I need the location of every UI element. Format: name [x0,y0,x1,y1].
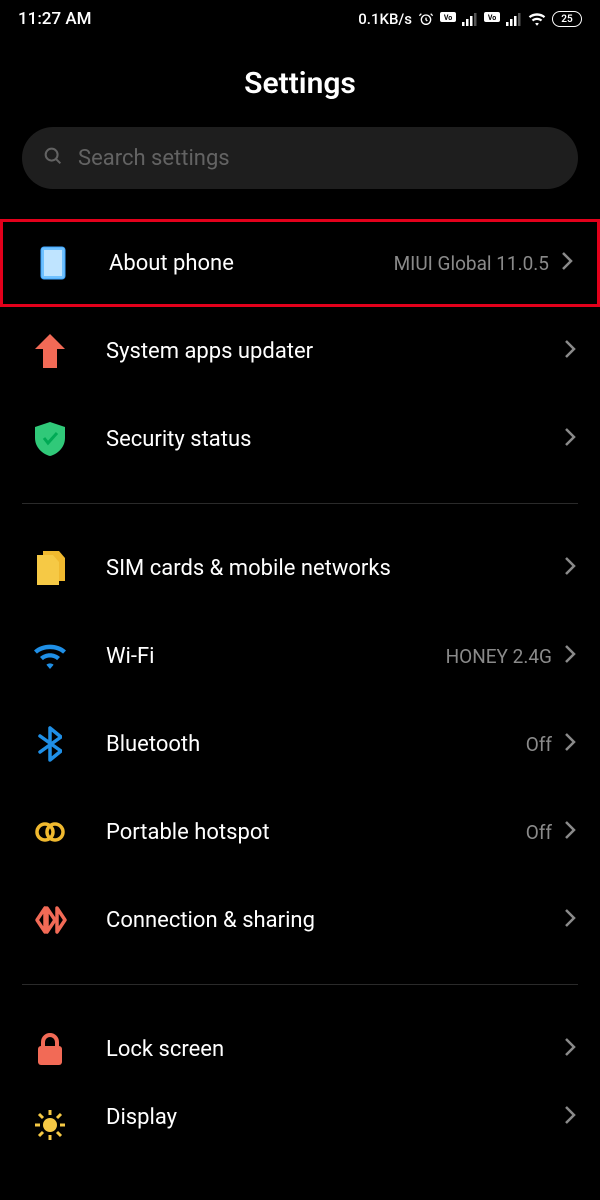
row-value: HONEY 2.4G [446,645,552,668]
battery-icon: 25 [552,11,582,27]
wifi-status-icon [528,12,546,26]
update-arrow-icon [30,331,70,371]
status-speed: 0.1KB/s [358,10,412,28]
row-label: Bluetooth [106,732,526,757]
lock-icon [30,1029,70,1069]
chevron-right-icon [564,732,576,756]
volte-icon-1: Vo [440,12,456,26]
status-right: 0.1KB/s Vo Vo 25 [358,10,582,28]
chevron-right-icon [564,339,576,363]
divider [22,503,578,504]
chevron-right-icon [564,644,576,668]
chevron-right-icon [564,1037,576,1061]
search-input[interactable]: Search settings [22,127,578,189]
chevron-right-icon [564,427,576,451]
chevron-right-icon [564,820,576,844]
row-lock-screen[interactable]: Lock screen [0,1005,600,1093]
status-time: 11:27 AM [18,9,92,29]
page-title: Settings [0,66,600,101]
row-sim-cards[interactable]: SIM cards & mobile networks [0,524,600,612]
shield-check-icon [30,419,70,459]
volte-icon-2: Vo [484,12,500,26]
row-wifi[interactable]: Wi-Fi HONEY 2.4G [0,612,600,700]
signal-icon-2 [506,12,522,26]
row-connection-sharing[interactable]: Connection & sharing [0,876,600,964]
sim-card-icon [30,548,70,588]
chevron-right-icon [561,251,573,275]
row-label: Connection & sharing [106,908,564,933]
row-label: System apps updater [106,339,564,364]
row-label: Wi-Fi [106,644,446,669]
chevron-right-icon [564,556,576,580]
row-display[interactable]: Display [0,1093,600,1141]
divider [22,984,578,985]
search-placeholder: Search settings [78,146,230,171]
search-icon [42,145,64,171]
row-security-status[interactable]: Security status [0,395,600,483]
signal-icon-1 [462,12,478,26]
bluetooth-icon [30,724,70,764]
status-bar: 11:27 AM 0.1KB/s Vo Vo 25 [0,0,600,38]
row-label: Lock screen [106,1037,564,1062]
row-label: SIM cards & mobile networks [106,556,564,581]
row-portable-hotspot[interactable]: Portable hotspot Off [0,788,600,876]
connection-sharing-icon [30,900,70,940]
row-value: MIUI Global 11.0.5 [394,252,549,275]
brightness-icon [30,1105,70,1145]
svg-text:Vo: Vo [488,14,496,22]
chevron-right-icon [564,1105,576,1129]
alarm-icon [418,11,434,27]
row-system-apps-updater[interactable]: System apps updater [0,307,600,395]
row-value: Off [526,733,552,756]
row-label: Security status [106,427,564,452]
row-bluetooth[interactable]: Bluetooth Off [0,700,600,788]
row-label: About phone [109,251,394,276]
svg-text:Vo: Vo [444,14,452,22]
row-about-phone[interactable]: About phone MIUI Global 11.0.5 [0,219,600,307]
hotspot-icon [30,812,70,852]
wifi-icon [30,636,70,676]
chevron-right-icon [564,908,576,932]
row-label: Portable hotspot [106,820,526,845]
row-label: Display [106,1105,564,1130]
row-value: Off [526,821,552,844]
phone-icon [33,243,73,283]
